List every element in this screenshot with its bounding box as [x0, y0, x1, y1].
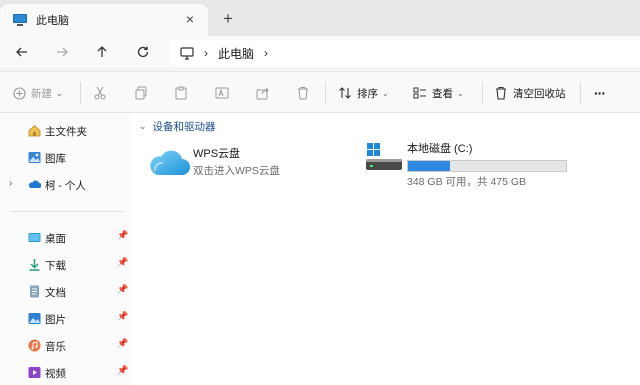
more-options-button[interactable]: ··· — [594, 72, 606, 114]
computer-icon — [13, 14, 27, 26]
sidebar-label: 音乐 — [45, 341, 66, 353]
new-button[interactable]: 新建 ⌄ — [13, 72, 63, 114]
command-bar: 新建 ⌄ 排序 ⌄ 查看 ⌄ 清空回收站 ··· — [0, 71, 640, 113]
up-arrow-icon — [97, 46, 107, 57]
trash-icon — [298, 87, 308, 100]
sidebar-item-pictures[interactable]: 图片 📌 — [0, 307, 131, 331]
local-disk-c-tile[interactable]: 本地磁盘 (C:) 348 GB 可用，共 475 GB — [363, 137, 583, 188]
wps-cloud-subtitle: 双击进入WPS云盘 — [193, 165, 280, 177]
forward-arrow-icon — [57, 47, 68, 57]
new-tab-button[interactable]: + — [219, 9, 237, 29]
drive-icon — [366, 143, 402, 170]
back-arrow-icon — [16, 47, 27, 57]
refresh-icon — [137, 46, 149, 58]
refresh-button[interactable] — [133, 42, 153, 62]
pin-icon[interactable]: 📌 — [117, 284, 128, 295]
sidebar-item-music[interactable]: 音乐 📌 — [0, 334, 131, 358]
wps-cloud-icon — [150, 150, 190, 175]
sidebar-item-videos[interactable]: 视频 📌 — [0, 361, 131, 385]
wps-cloud-name: WPS云盘 — [193, 148, 241, 160]
sidebar-label: 桌面 — [45, 233, 66, 245]
drive-free-space: 348 GB 可用，共 475 GB — [407, 176, 527, 188]
sidebar-label: 下载 — [45, 260, 66, 272]
home-icon — [28, 124, 41, 137]
share-button[interactable] — [256, 72, 270, 114]
monitor-icon — [180, 46, 194, 60]
address-bar[interactable]: › 此电脑 › — [170, 40, 640, 66]
sidebar-label: 图片 — [45, 314, 66, 326]
recycle-bin-icon — [496, 86, 506, 100]
sidebar-label: 视频 — [45, 368, 66, 380]
sidebar-item-documents[interactable]: 文档 📌 — [0, 280, 131, 304]
tab-title: 此电脑 — [36, 15, 69, 27]
sidebar-item-gallery[interactable]: 图库 — [0, 146, 131, 170]
share-icon — [256, 87, 269, 100]
navigation-pane: 主文件夹 图库 › 柯 - 个人 桌面 📌 下载 📌 文档 📌 图片 📌 音乐 … — [0, 113, 131, 385]
sidebar-item-onedrive[interactable]: › 柯 - 个人 — [0, 173, 131, 197]
group-title: 设备和驱动器 — [152, 121, 216, 133]
breadcrumb-this-pc[interactable]: 此电脑 — [218, 45, 254, 62]
pin-icon[interactable]: 📌 — [117, 338, 128, 349]
empty-recycle-bin-button[interactable]: 清空回收站 — [494, 72, 566, 114]
drive-name: 本地磁盘 (C:) — [407, 143, 473, 155]
view-button[interactable]: 查看 ⌄ — [413, 72, 464, 114]
tab-strip: 此电脑 × + — [0, 0, 640, 36]
rename-icon — [215, 87, 229, 99]
chevron-down-icon: ⌄ — [56, 88, 63, 98]
view-icon — [413, 87, 426, 99]
sidebar-item-desktop[interactable]: 桌面 📌 — [0, 226, 131, 250]
scissors-icon — [94, 86, 106, 100]
chevron-down-icon: ⌄ — [457, 88, 464, 98]
sidebar-label: 图库 — [45, 153, 66, 165]
sidebar-item-home[interactable]: 主文件夹 — [0, 119, 131, 143]
close-tab-icon[interactable]: × — [182, 11, 198, 27]
clipboard-icon — [175, 86, 187, 100]
tab-this-pc[interactable]: 此电脑 × — [0, 4, 208, 36]
navigation-bar: › 此电脑 › — [0, 36, 640, 68]
copy-button[interactable] — [134, 72, 148, 114]
breadcrumb-chevron: › — [204, 46, 208, 60]
pin-icon[interactable]: 📌 — [117, 365, 128, 376]
delete-button[interactable] — [296, 72, 310, 114]
pin-icon[interactable]: 📌 — [117, 230, 128, 241]
content-pane: ⌄ 设备和驱动器 WPS云盘 双击进入WPS云盘 本地磁盘 (C:) 348 G… — [131, 113, 640, 385]
chevron-down-icon: ⌄ — [382, 88, 389, 98]
sort-icon — [339, 87, 351, 99]
desktop-icon — [28, 233, 41, 242]
music-icon — [28, 339, 41, 352]
group-header-devices[interactable]: ⌄ 设备和驱动器 — [139, 119, 216, 134]
breadcrumb-chevron-end[interactable]: › — [264, 46, 268, 60]
onedrive-cloud-icon — [28, 180, 41, 188]
cut-button[interactable] — [93, 72, 107, 114]
plus-circle-icon — [13, 86, 26, 100]
drive-usage-fill — [408, 161, 451, 171]
gallery-icon — [28, 152, 41, 163]
chevron-down-icon[interactable]: ⌄ — [139, 121, 147, 132]
copy-icon — [135, 86, 147, 100]
view-button-label: 查看 — [432, 87, 453, 100]
sort-button[interactable]: 排序 ⌄ — [338, 72, 389, 114]
sidebar-divider — [10, 211, 124, 212]
rename-button[interactable] — [215, 72, 229, 114]
new-button-label: 新建 — [31, 87, 52, 100]
videos-icon — [28, 367, 41, 378]
drive-usage-bar — [407, 160, 567, 172]
wps-cloud-tile[interactable]: WPS云盘 双击进入WPS云盘 — [149, 143, 349, 179]
back-button[interactable] — [12, 42, 32, 62]
sidebar-label: 主文件夹 — [45, 126, 87, 138]
pin-icon[interactable]: 📌 — [117, 311, 128, 322]
chevron-right-icon[interactable]: › — [9, 178, 12, 189]
sort-button-label: 排序 — [357, 87, 378, 100]
sidebar-item-downloads[interactable]: 下载 📌 — [0, 253, 131, 277]
sidebar-label: 文档 — [45, 287, 66, 299]
up-button[interactable] — [92, 42, 112, 62]
paste-button[interactable] — [174, 72, 188, 114]
download-icon — [29, 259, 40, 271]
empty-recycle-bin-label: 清空回收站 — [513, 87, 566, 100]
pin-icon[interactable]: 📌 — [117, 257, 128, 268]
sidebar-label: 柯 - 个人 — [45, 180, 86, 192]
pictures-icon — [28, 313, 41, 324]
forward-button[interactable] — [52, 42, 72, 62]
documents-icon — [30, 285, 39, 298]
